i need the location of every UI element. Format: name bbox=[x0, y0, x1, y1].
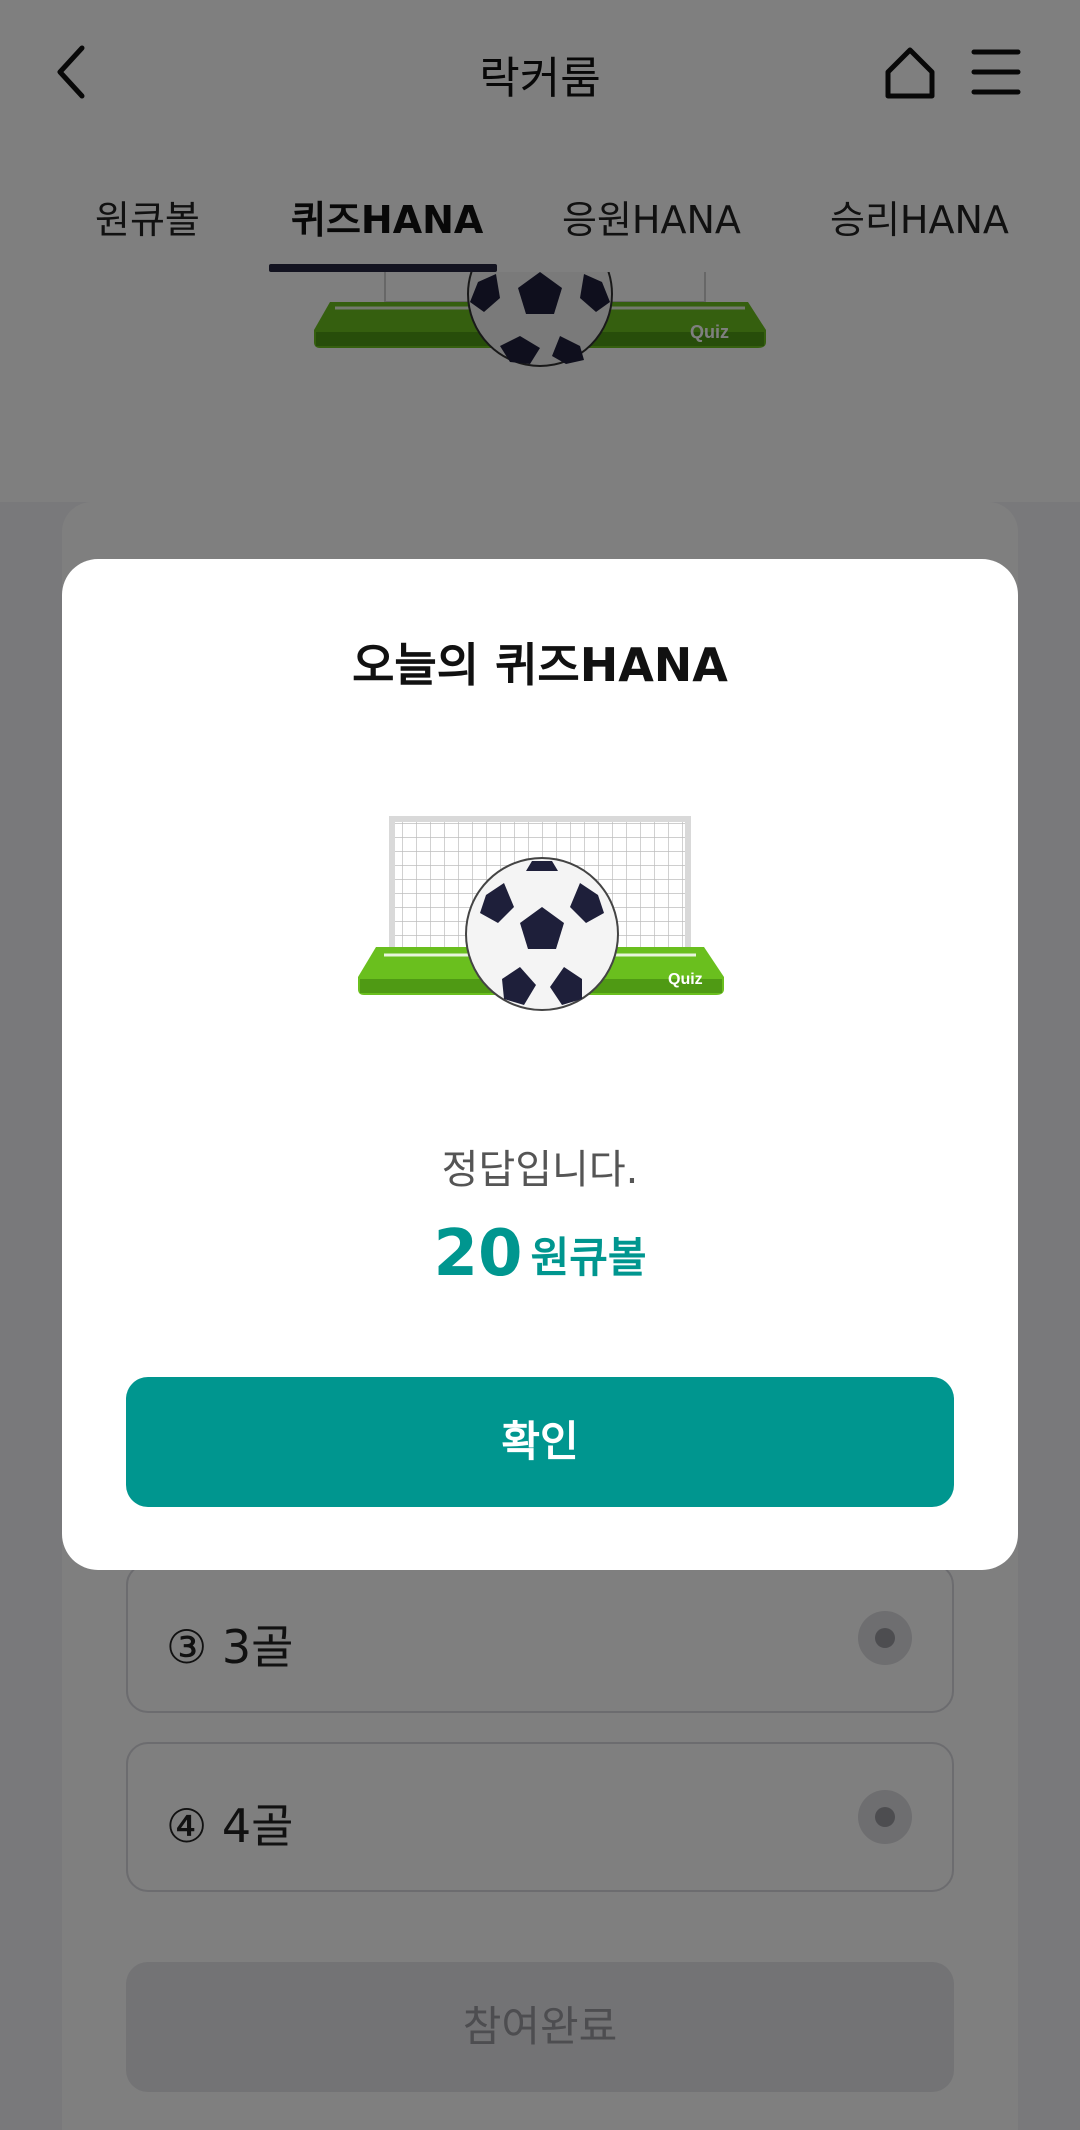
reward-amount: 20 bbox=[433, 1217, 523, 1291]
confirm-label: 확인 bbox=[501, 1417, 579, 1466]
quiz-result-modal: 오늘의 퀴즈HANA Quiz 정답입니다. 20 원큐볼 확인 bbox=[62, 559, 1018, 1570]
locker-room-screen: 락커룸 원큐볼 퀴즈HANA 응원HANA 승리HANA bbox=[0, 0, 1080, 2130]
soccer-goal-illustration bbox=[358, 816, 724, 1011]
modal-title: 오늘의 퀴즈HANA bbox=[352, 638, 728, 692]
reward-display: 20 원큐볼 bbox=[62, 1217, 1018, 1291]
confirm-button[interactable]: 확인 bbox=[126, 1377, 954, 1507]
image-badge-text: Quiz bbox=[668, 971, 703, 988]
result-message: 정답입니다. bbox=[441, 1147, 639, 1193]
soccer-goal-image: Quiz bbox=[332, 809, 752, 1079]
reward-unit: 원큐볼 bbox=[530, 1232, 647, 1282]
